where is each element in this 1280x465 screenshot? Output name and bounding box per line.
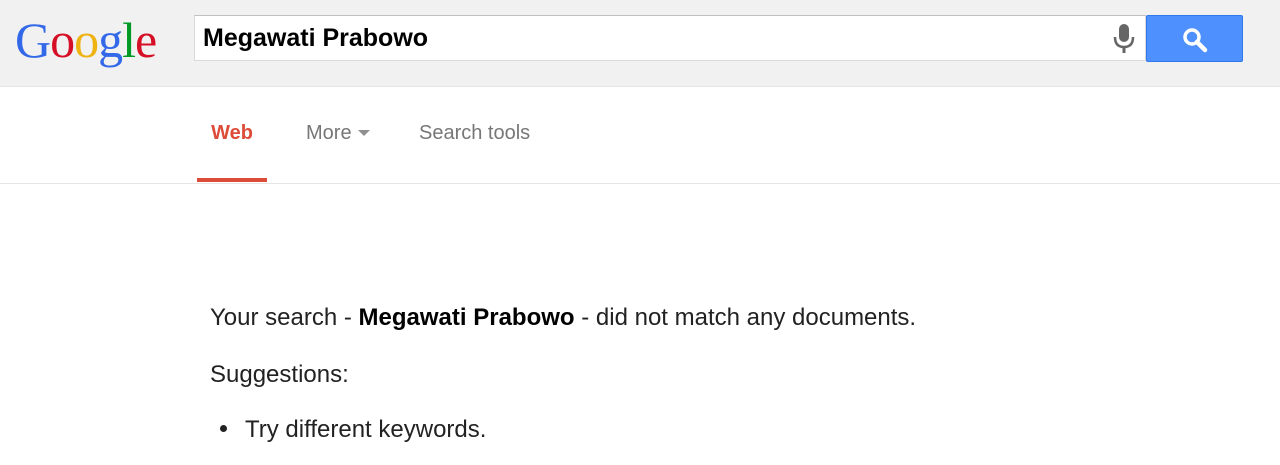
tab-search-tools[interactable]: Search tools [419, 87, 530, 183]
logo-letter-e: e [135, 12, 157, 68]
microphone-icon[interactable] [1108, 22, 1140, 56]
active-tab-indicator [197, 178, 267, 182]
message-suffix: - did not match any documents. [574, 304, 917, 331]
logo-letter-o1: o [50, 12, 75, 68]
suggestions-list: Try different keywords. [210, 411, 486, 449]
search-input[interactable] [195, 16, 1095, 60]
search-button[interactable] [1146, 15, 1243, 62]
suggestion-item: Try different keywords. [210, 411, 486, 449]
no-results-message: Your search - Megawati Prabowo - did not… [210, 296, 916, 340]
caret-down-icon [357, 129, 370, 136]
tab-more-label: More [306, 122, 352, 144]
top-header: Google [0, 0, 1280, 87]
google-logo[interactable]: Google [15, 10, 157, 70]
logo-letter-o2: o [74, 12, 99, 68]
suggestion-text: Try different keywords. [245, 416, 487, 443]
message-query: Megawati Prabowo [358, 304, 575, 331]
tab-web[interactable]: Web [197, 87, 267, 183]
logo-letter-g: G [15, 12, 51, 68]
tab-more[interactable]: More [306, 87, 370, 183]
logo-letter-l: l [122, 12, 136, 68]
search-box [194, 15, 1146, 61]
logo-letter-g2: g [98, 12, 123, 68]
suggestions-title: Suggestions: [210, 361, 349, 388]
message-prefix: Your search - [210, 304, 359, 331]
magnifier-icon [1183, 28, 1208, 53]
search-tabs-bar: Web More Search tools [0, 87, 1280, 184]
